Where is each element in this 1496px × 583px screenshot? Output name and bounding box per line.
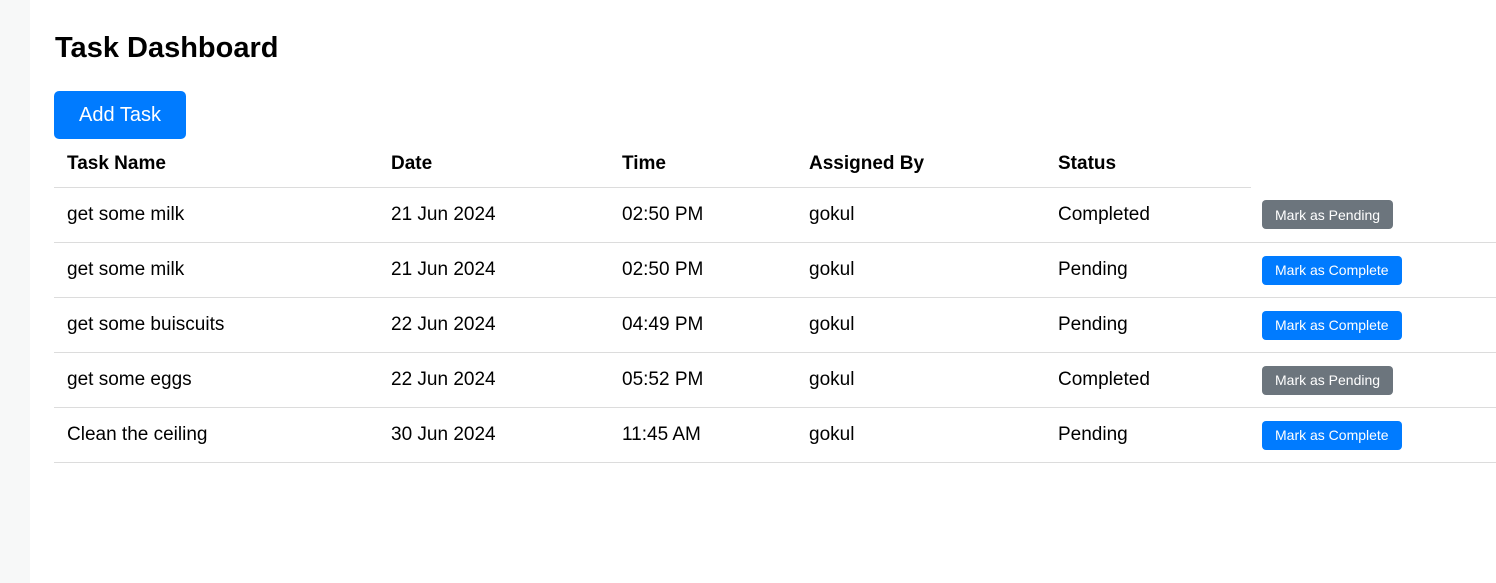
action-cell: Mark as Complete xyxy=(1251,242,1496,298)
mark-as-complete-button[interactable]: Mark as Complete xyxy=(1262,255,1402,285)
column-header-task-name: Task Name xyxy=(54,140,378,188)
status-cell: Pending xyxy=(1045,407,1251,463)
date-cell: 22 Jun 2024 xyxy=(378,297,609,353)
time-cell: 05:52 PM xyxy=(609,352,796,408)
mark-as-complete-button[interactable]: Mark as Complete xyxy=(1262,420,1402,450)
action-cell: Mark as Complete xyxy=(1251,407,1496,463)
add-task-button[interactable]: Add Task xyxy=(54,91,186,139)
time-cell: 02:50 PM xyxy=(609,187,796,243)
action-cell: Mark as Pending xyxy=(1251,352,1496,408)
assigned-by-cell: gokul xyxy=(796,242,1045,298)
status-cell: Completed xyxy=(1045,352,1251,408)
task-name-cell: get some eggs xyxy=(54,352,378,408)
table-row: get some milk 21 Jun 2024 02:50 PM gokul… xyxy=(54,242,1496,298)
mark-as-complete-button[interactable]: Mark as Complete xyxy=(1262,310,1402,340)
time-cell: 02:50 PM xyxy=(609,242,796,298)
date-cell: 21 Jun 2024 xyxy=(378,242,609,298)
column-header-status: Status xyxy=(1045,140,1251,188)
table-header-row: Task Name Date Time Assigned By Status xyxy=(54,140,1496,188)
mark-as-pending-button[interactable]: Mark as Pending xyxy=(1262,365,1394,395)
column-header-actions xyxy=(1251,140,1496,188)
table-row: get some milk 21 Jun 2024 02:50 PM gokul… xyxy=(54,187,1496,243)
task-name-cell: get some milk xyxy=(54,187,378,243)
time-cell: 11:45 AM xyxy=(609,407,796,463)
task-name-cell: get some milk xyxy=(54,242,378,298)
status-cell: Pending xyxy=(1045,242,1251,298)
assigned-by-cell: gokul xyxy=(796,187,1045,243)
table-row: get some eggs 22 Jun 2024 05:52 PM gokul… xyxy=(54,352,1496,408)
action-cell: Mark as Complete xyxy=(1251,297,1496,353)
assigned-by-cell: gokul xyxy=(796,407,1045,463)
assigned-by-cell: gokul xyxy=(796,297,1045,353)
task-name-cell: get some buiscuits xyxy=(54,297,378,353)
task-table: Task Name Date Time Assigned By Status g… xyxy=(54,140,1496,463)
task-rows: get some milk 21 Jun 2024 02:50 PM gokul… xyxy=(54,187,1496,463)
table-row: get some buiscuits 22 Jun 2024 04:49 PM … xyxy=(54,297,1496,353)
date-cell: 22 Jun 2024 xyxy=(378,352,609,408)
time-cell: 04:49 PM xyxy=(609,297,796,353)
status-cell: Completed xyxy=(1045,187,1251,243)
column-header-date: Date xyxy=(378,140,609,188)
status-cell: Pending xyxy=(1045,297,1251,353)
mark-as-pending-button[interactable]: Mark as Pending xyxy=(1262,200,1394,230)
column-header-time: Time xyxy=(609,140,796,188)
page-title: Task Dashboard xyxy=(55,32,279,64)
sidebar-strip xyxy=(0,0,30,583)
assigned-by-cell: gokul xyxy=(796,352,1045,408)
date-cell: 21 Jun 2024 xyxy=(378,187,609,243)
column-header-assigned-by: Assigned By xyxy=(796,140,1045,188)
action-cell: Mark as Pending xyxy=(1251,187,1496,243)
date-cell: 30 Jun 2024 xyxy=(378,407,609,463)
table-row: Clean the ceiling 30 Jun 2024 11:45 AM g… xyxy=(54,407,1496,463)
task-name-cell: Clean the ceiling xyxy=(54,407,378,463)
